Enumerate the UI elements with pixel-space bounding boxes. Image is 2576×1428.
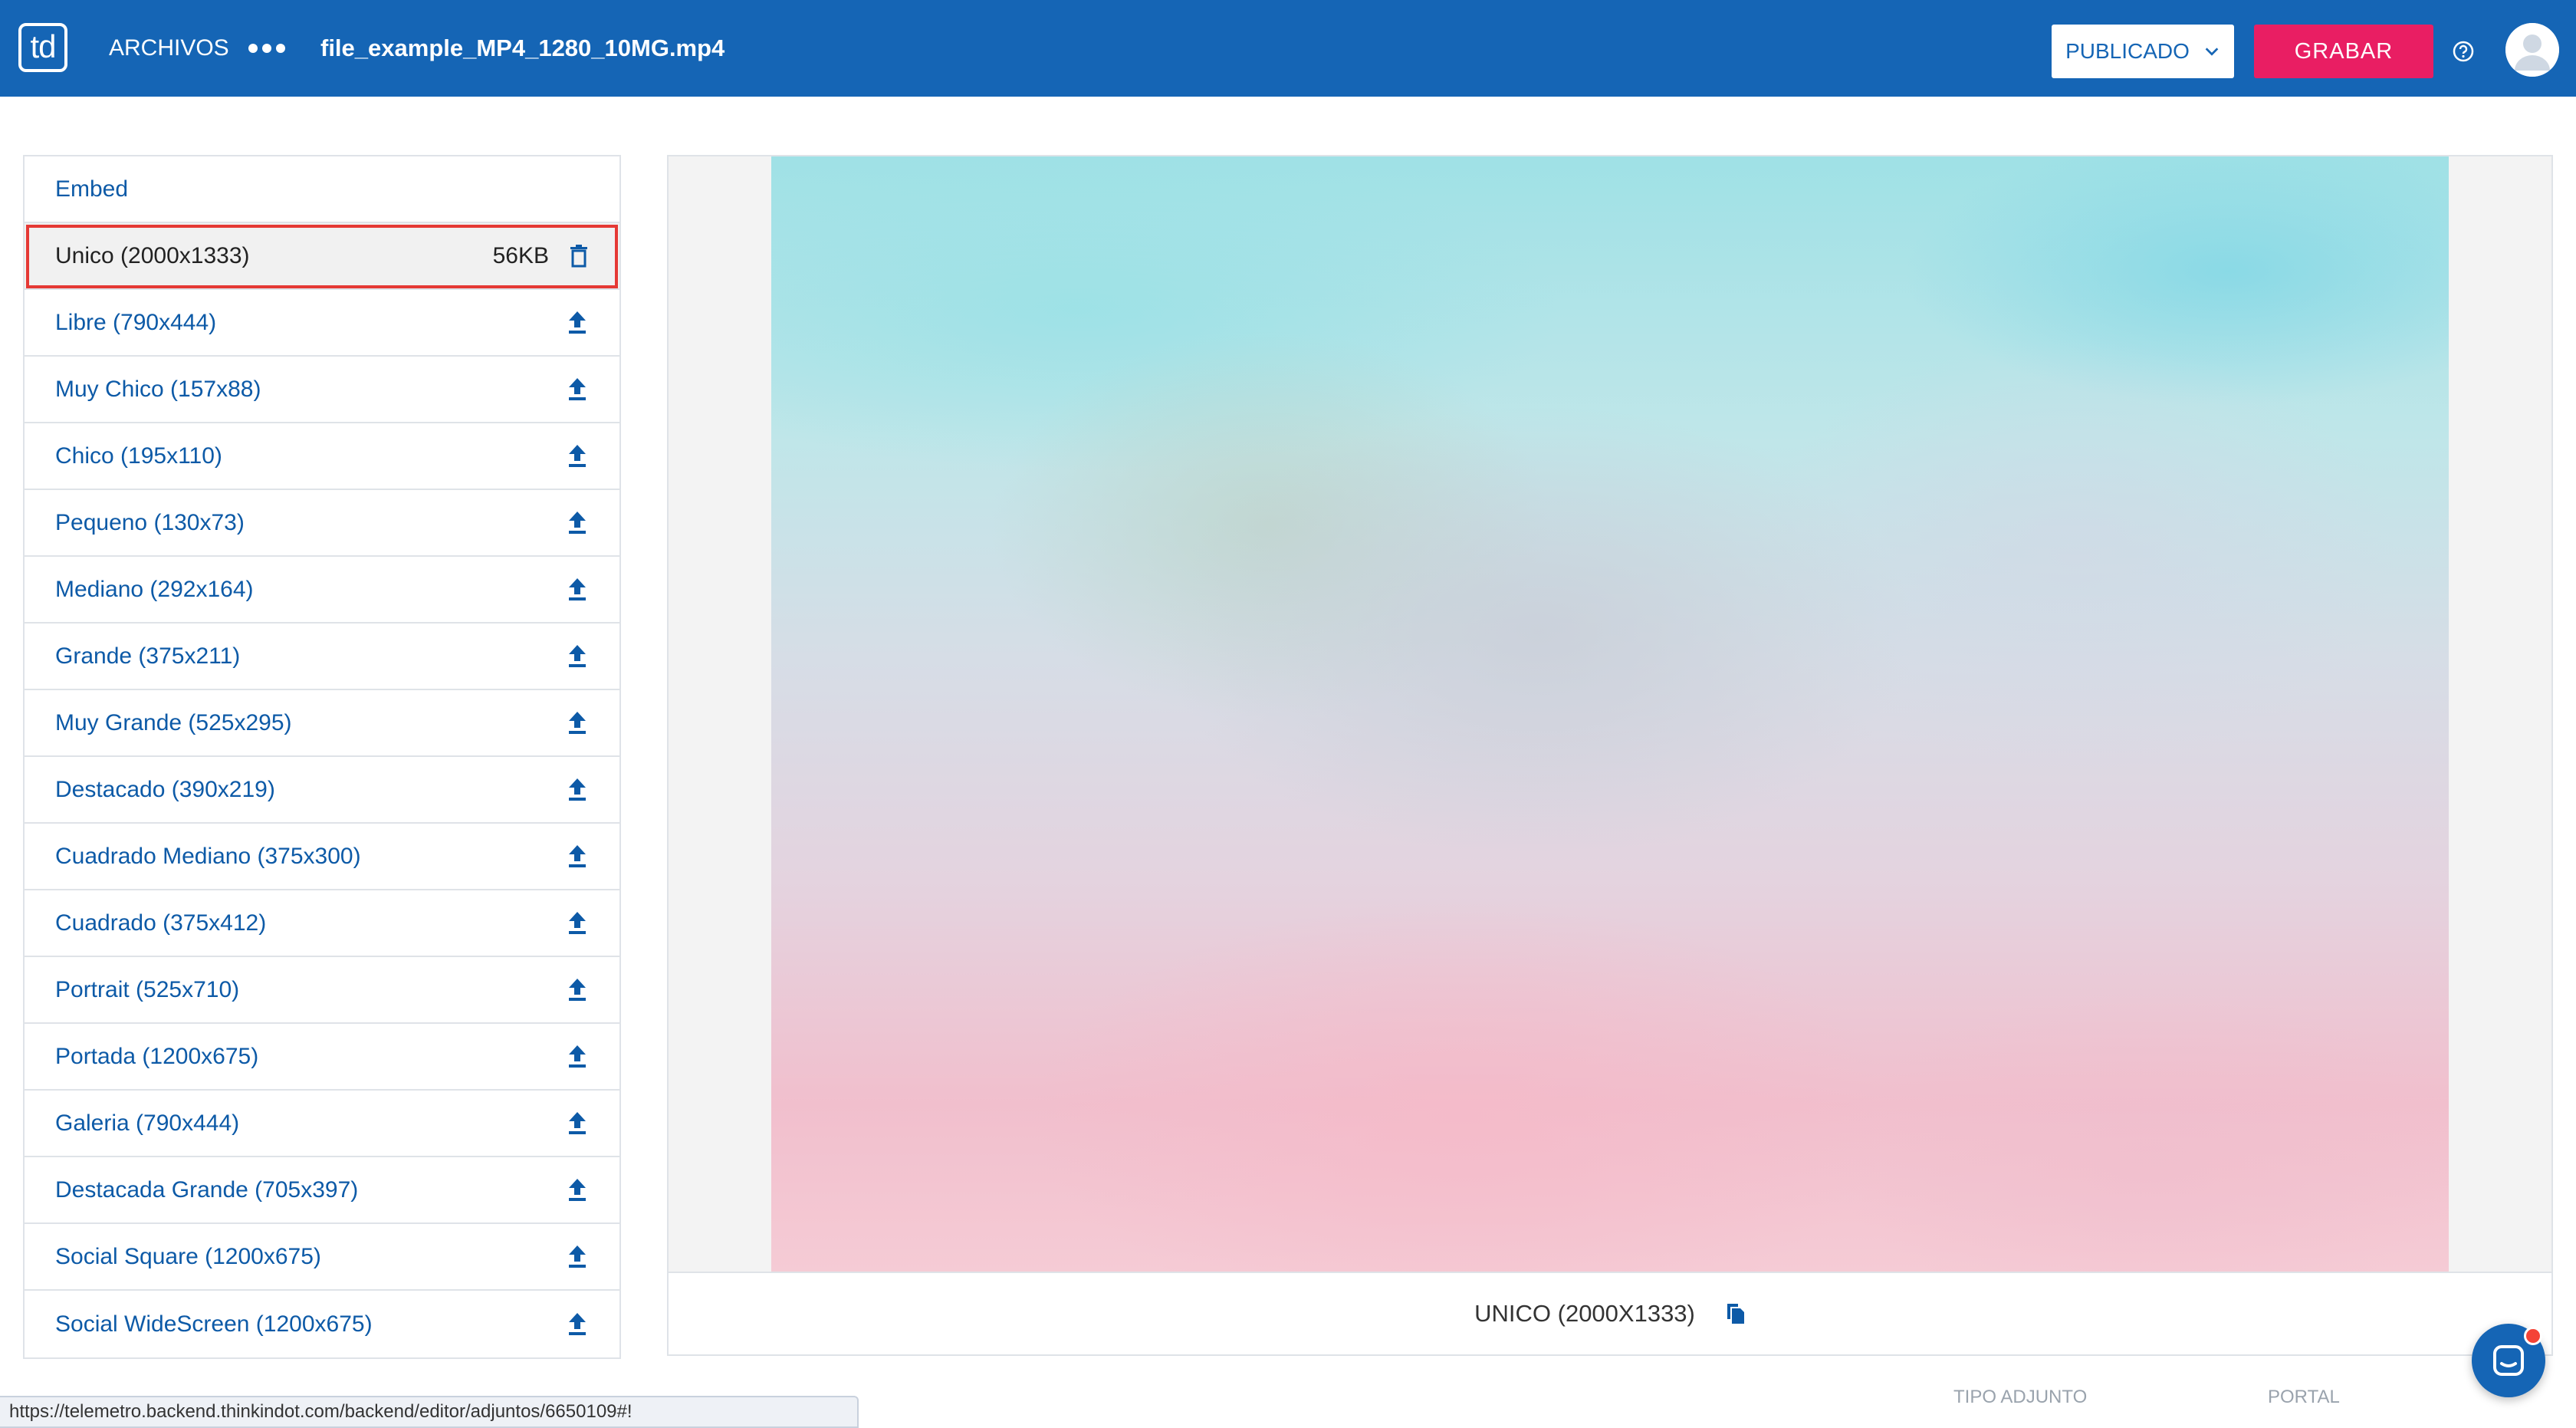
preview-stage bbox=[669, 156, 2551, 1273]
sidebar-item-label: Chico (195x110) bbox=[55, 443, 222, 469]
sidebar-item[interactable]: Social Square (1200x675) bbox=[25, 1224, 619, 1291]
upload-icon[interactable] bbox=[566, 310, 589, 336]
upload-icon[interactable] bbox=[566, 844, 589, 870]
sidebar-item[interactable]: Cuadrado (375x412) bbox=[25, 890, 619, 957]
user-icon bbox=[2505, 23, 2559, 77]
trash-icon[interactable] bbox=[569, 244, 589, 268]
upload-icon[interactable] bbox=[566, 1244, 589, 1270]
upload-icon[interactable] bbox=[566, 1044, 589, 1070]
sidebar-item[interactable]: Pequeno (130x73) bbox=[25, 490, 619, 557]
upload-icon[interactable] bbox=[566, 1110, 589, 1137]
sidebar-item-label: Pequeno (130x73) bbox=[55, 509, 245, 535]
preview-caption-text: UNICO (2000X1333) bbox=[1474, 1300, 1695, 1327]
sidebar-item[interactable]: Galeria (790x444) bbox=[25, 1091, 619, 1157]
upload-icon[interactable] bbox=[566, 910, 589, 936]
avatar[interactable] bbox=[2505, 23, 2559, 77]
sidebar-item[interactable]: Cuadrado Mediano (375x300) bbox=[25, 824, 619, 890]
sidebar-item-label: Destacado (390x219) bbox=[55, 776, 275, 802]
sidebar-item[interactable]: Portrait (525x710) bbox=[25, 957, 619, 1024]
preview-image bbox=[771, 156, 2449, 1272]
sidebar-item-label: Portada (1200x675) bbox=[55, 1043, 259, 1069]
sidebar-item-label: Embed bbox=[55, 176, 129, 202]
sidebar-item-label: Grande (375x211) bbox=[55, 643, 241, 669]
column-header-tipo-adjunto: TIPO ADJUNTO bbox=[1953, 1387, 2088, 1407]
upload-icon[interactable] bbox=[566, 377, 589, 403]
sidebar-item-label: Mediano (292x164) bbox=[55, 576, 254, 602]
sidebar-item-label: Unico (2000x1333) bbox=[55, 242, 250, 268]
sidebar-item[interactable]: Destacada Grande (705x397) bbox=[25, 1157, 619, 1224]
upload-icon[interactable] bbox=[566, 577, 589, 603]
browser-status-url: https://telemetro.backend.thinkindot.com… bbox=[0, 1396, 859, 1428]
sidebar-item-label: Libre (790x444) bbox=[55, 309, 217, 335]
upload-icon[interactable] bbox=[566, 977, 589, 1003]
sidebar-item-selected[interactable]: Unico (2000x1333) 56KB bbox=[25, 223, 619, 290]
logo[interactable]: td bbox=[18, 23, 67, 72]
preview-panel: UNICO (2000X1333) bbox=[667, 155, 2553, 1356]
preview-caption: UNICO (2000X1333) bbox=[669, 1273, 2551, 1354]
save-button[interactable]: GRABAR bbox=[2254, 25, 2433, 78]
sidebar-item-label: Destacada Grande (705x397) bbox=[55, 1176, 359, 1203]
sidebar-item-label: Social Square (1200x675) bbox=[55, 1243, 321, 1269]
upload-icon[interactable] bbox=[566, 643, 589, 670]
sidebar-item-label: Muy Chico (157x88) bbox=[55, 376, 261, 402]
sidebar-item[interactable]: Mediano (292x164) bbox=[25, 557, 619, 624]
sidebar-item[interactable]: Social WideScreen (1200x675) bbox=[25, 1291, 619, 1357]
sidebar-item-label: Muy Grande (525x295) bbox=[55, 709, 292, 735]
chat-button[interactable] bbox=[2472, 1324, 2545, 1397]
file-size: 56KB bbox=[492, 242, 549, 268]
status-select-value: PUBLICADO bbox=[2065, 39, 2190, 63]
sidebar-item[interactable]: Muy Chico (157x88) bbox=[25, 357, 619, 423]
status-select[interactable]: PUBLICADO bbox=[2052, 25, 2234, 78]
upload-icon[interactable] bbox=[566, 443, 589, 469]
attachment-size-list: Embed Unico (2000x1333) 56KB Libre (790x… bbox=[23, 155, 621, 1359]
sidebar-item[interactable]: Destacado (390x219) bbox=[25, 757, 619, 824]
upload-icon[interactable] bbox=[566, 710, 589, 736]
sidebar-item[interactable]: Grande (375x211) bbox=[25, 624, 619, 690]
upload-icon[interactable] bbox=[566, 1177, 589, 1203]
sidebar-item-label: Portrait (525x710) bbox=[55, 976, 240, 1002]
sidebar-item[interactable]: Chico (195x110) bbox=[25, 423, 619, 490]
notification-dot bbox=[2524, 1327, 2542, 1345]
sidebar-item-embed[interactable]: Embed bbox=[25, 156, 619, 223]
chevron-down-icon bbox=[2205, 48, 2219, 56]
file-title: file_example_MP4_1280_10MG.mp4 bbox=[320, 35, 725, 61]
sidebar-item-label: Social WideScreen (1200x675) bbox=[55, 1311, 373, 1337]
upload-icon[interactable] bbox=[566, 1311, 589, 1338]
upload-icon[interactable] bbox=[566, 777, 589, 803]
copy-icon[interactable] bbox=[1726, 1302, 1746, 1325]
upload-icon[interactable] bbox=[566, 510, 589, 536]
help-icon[interactable] bbox=[2452, 40, 2475, 63]
sidebar-item-label: Cuadrado Mediano (375x300) bbox=[55, 843, 361, 869]
top-bar: td ARCHIVOS file_example_MP4_1280_10MG.m… bbox=[0, 0, 2576, 97]
chat-icon bbox=[2493, 1345, 2524, 1376]
sidebar-item[interactable]: Muy Grande (525x295) bbox=[25, 690, 619, 757]
sidebar-item-label: Galeria (790x444) bbox=[55, 1110, 240, 1136]
sidebar-item-label: Cuadrado (375x412) bbox=[55, 910, 267, 936]
more-options-icon[interactable] bbox=[248, 44, 285, 53]
sidebar-item[interactable]: Libre (790x444) bbox=[25, 290, 619, 357]
section-link-archivos[interactable]: ARCHIVOS bbox=[109, 35, 229, 61]
column-header-portal: PORTAL bbox=[2268, 1387, 2340, 1407]
sidebar-item[interactable]: Portada (1200x675) bbox=[25, 1024, 619, 1091]
